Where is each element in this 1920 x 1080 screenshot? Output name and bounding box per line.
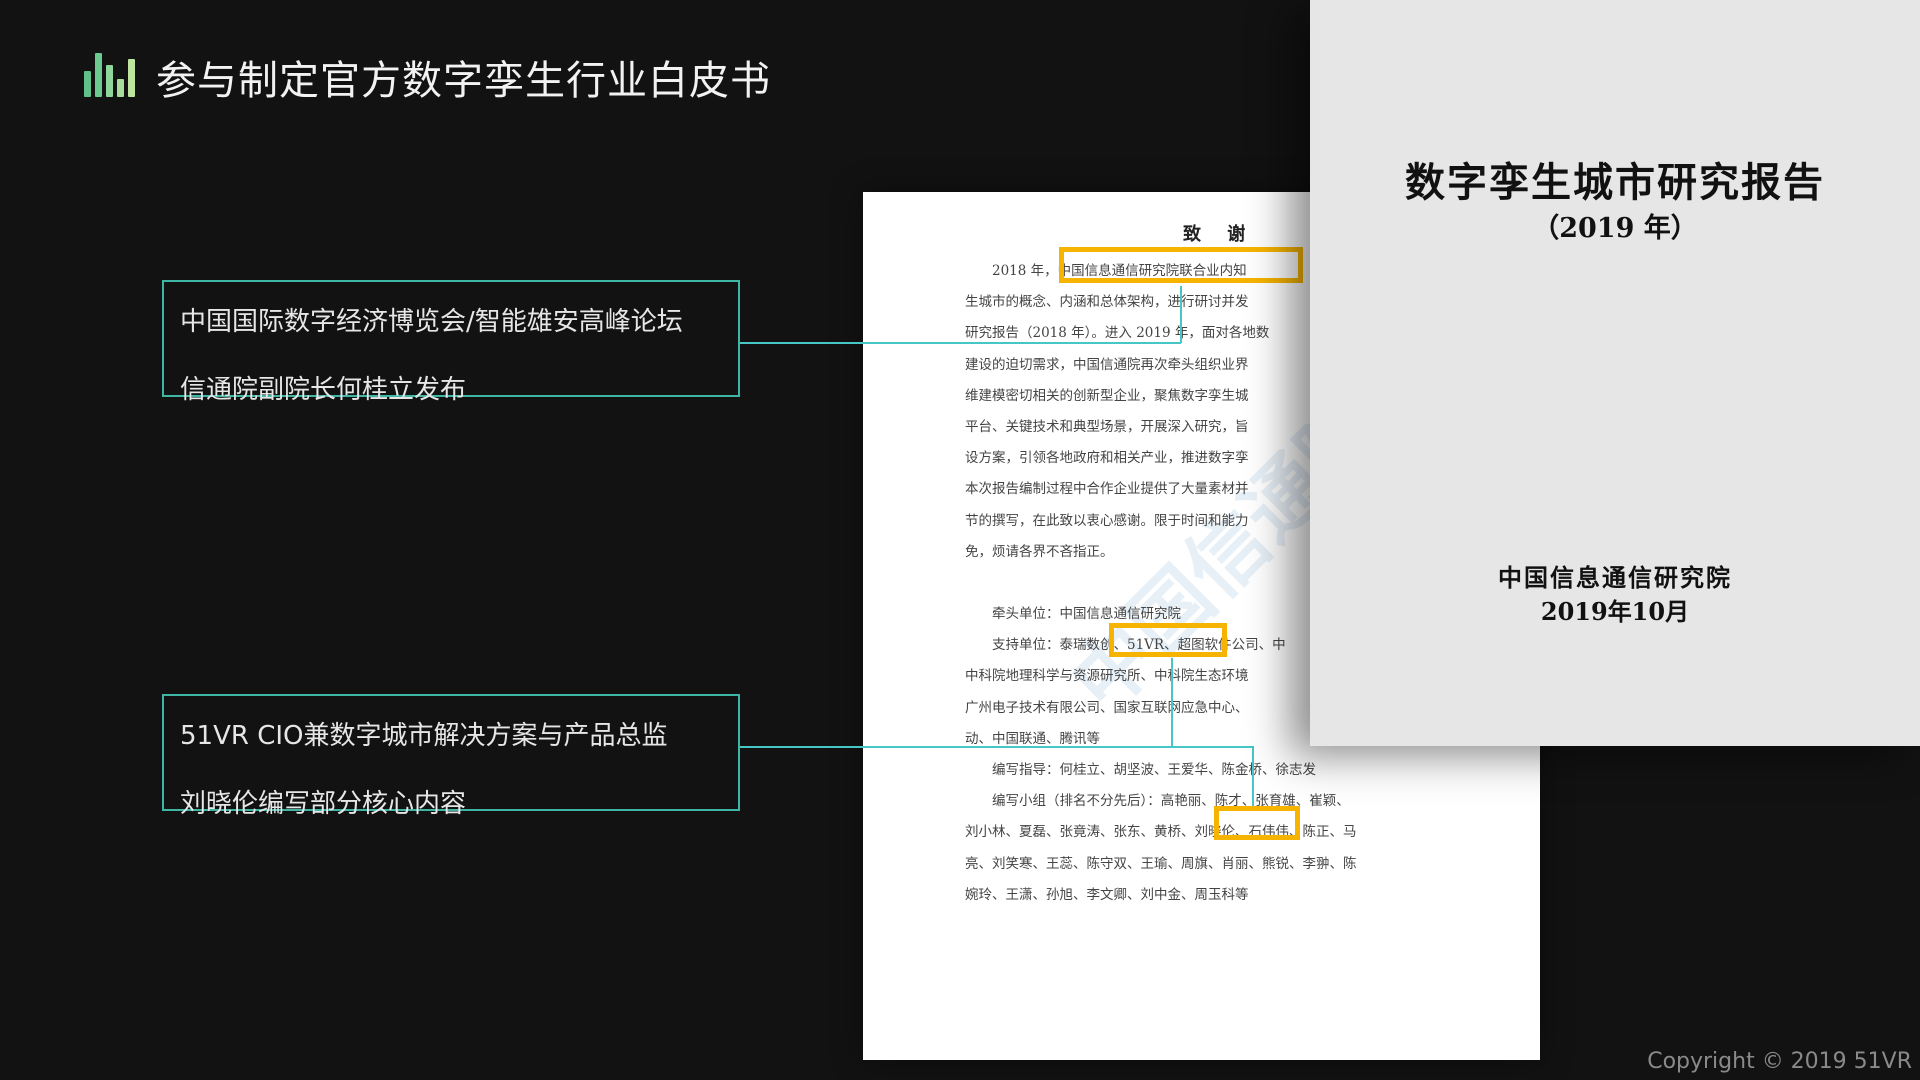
doc-line	[965, 568, 1357, 599]
doc-line: 婉玲、王潇、孙旭、李文卿、刘中金、周玉科等	[965, 886, 1249, 903]
report-cover: 数字孪生城市研究报告 （2019 年） 中国信息通信研究院 2019年10月	[1310, 0, 1920, 746]
doc-line: 建设的迫切需求，中国信通院再次牵头组织业界	[965, 356, 1249, 373]
callout-forum: 中国国际数字经济博览会/智能雄安高峰论坛 信通院副院长何桂立发布	[162, 280, 740, 405]
callout-author: 51VR CIO兼数字城市解决方案与产品总监 刘晓伦编写部分核心内容	[162, 694, 740, 819]
doc-line: 研究报告（2018 年）。进入 2019 年，面对各地数	[965, 325, 1270, 342]
callout-author-line2: 刘晓伦编写部分核心内容	[180, 789, 467, 819]
doc-line: 广州电子技术有限公司、国家互联网应急中心、	[965, 699, 1249, 716]
callout-forum-line1: 中国国际数字经济博览会/智能雄安高峰论坛	[180, 307, 683, 337]
highlight-box	[1214, 806, 1300, 840]
highlight-box	[1059, 247, 1303, 283]
cover-title: 数字孪生城市研究报告	[1405, 159, 1825, 206]
callout-author-line1: 51VR CIO兼数字城市解决方案与产品总监	[180, 721, 668, 751]
doc-line: 设方案，引领各地政府和相关产业，推进数字孪	[965, 450, 1249, 467]
doc-heading: 致 谢	[1183, 224, 1256, 245]
cover-year: （2019 年）	[1532, 213, 1698, 244]
doc-line: 编写指导：何桂立、胡坚波、王爱华、陈金桥、徐志发	[965, 762, 1316, 778]
copyright: Copyright © 2019 51VR	[1647, 1049, 1912, 1074]
doc-line: 动、中国联通、腾讯等	[965, 730, 1100, 747]
connector-line	[1171, 658, 1173, 747]
doc-line: 平台、关键技术和典型场景，开展深入研究，旨	[965, 418, 1249, 435]
cover-date: 2019年10月	[1540, 597, 1690, 626]
page-title: 参与制定官方数字孪生行业白皮书	[156, 58, 771, 104]
bar-chart-icon	[84, 47, 136, 97]
doc-line: 节的撰写，在此致以衷心感谢。限于时间和能力	[965, 512, 1249, 529]
cover-org: 中国信息通信研究院	[1498, 563, 1732, 592]
doc-line: 中科院地理科学与资源研究所、中科院生态环境	[965, 668, 1249, 685]
doc-line: 生城市的概念、内涵和总体架构，进行研讨并发	[965, 294, 1249, 311]
callout-forum-line2: 信通院副院长何桂立发布	[180, 375, 467, 405]
connector-line	[740, 746, 1253, 748]
doc-line: 维建模密切相关的创新型企业，聚焦数字孪生城	[965, 387, 1249, 404]
connector-line	[740, 342, 1181, 344]
connector-line	[1252, 746, 1254, 806]
doc-line: 免，烦请各界不吝指正。	[965, 543, 1114, 560]
connector-line	[1180, 286, 1182, 343]
doc-line: 本次报告编制过程中合作企业提供了大量素材并	[965, 481, 1249, 498]
highlight-box	[1109, 623, 1227, 657]
doc-line: 亮、刘笑寒、王蕊、陈守双、王瑜、周旗、肖丽、熊锐、李翀、陈	[965, 855, 1357, 872]
